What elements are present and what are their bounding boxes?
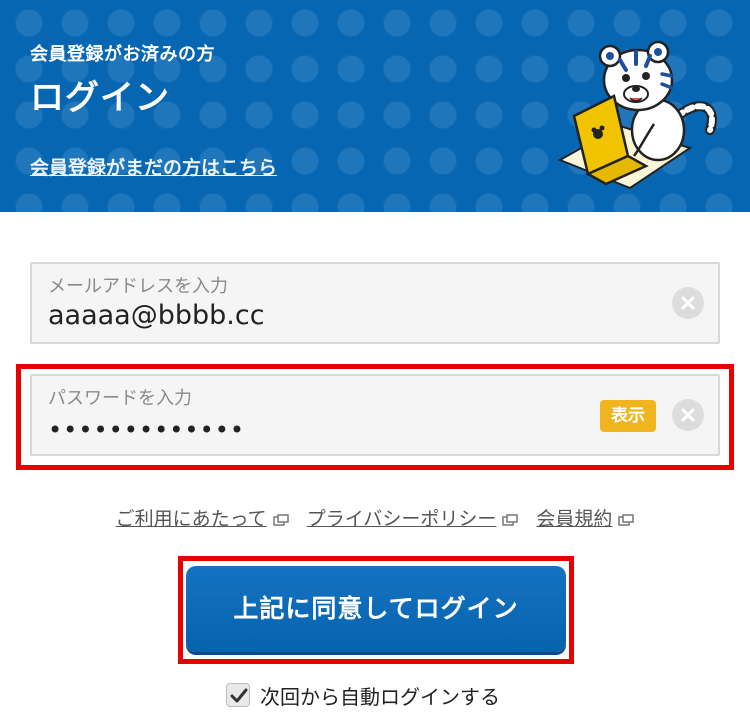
email-field[interactable]: メールアドレスを入力 aaaaa@bbbb.cc xyxy=(30,262,720,344)
member-terms-link-label: 会員規約 xyxy=(536,508,613,530)
tiger-mascot-icon xyxy=(557,40,717,190)
external-window-icon xyxy=(272,513,289,526)
terms-of-use-link[interactable]: ご利用にあたって xyxy=(116,504,289,531)
page-title: ログイン xyxy=(30,78,170,118)
external-window-icon xyxy=(502,513,519,526)
password-clear-button[interactable] xyxy=(672,399,704,431)
policy-links: ご利用にあたって プライバシーポリシー 会員規約 xyxy=(0,504,750,531)
email-input[interactable]: aaaaa@bbbb.cc xyxy=(48,300,265,331)
terms-of-use-link-label: ご利用にあたって xyxy=(115,508,267,530)
email-field-label: メールアドレスを入力 xyxy=(48,276,228,297)
login-header: 会員登録がお済みの方 ログイン 会員登録がまだの方はこちら xyxy=(0,0,750,212)
show-password-button[interactable]: 表示 xyxy=(600,400,656,432)
external-window-icon xyxy=(618,513,635,526)
checkmark-icon xyxy=(230,688,248,703)
register-link[interactable]: 会員登録がまだの方はこちら xyxy=(30,153,277,180)
auto-login-checkbox[interactable] xyxy=(226,683,250,707)
close-icon xyxy=(681,296,695,310)
password-input[interactable]: ••••••••••••• xyxy=(48,416,245,444)
privacy-policy-link[interactable]: プライバシーポリシー xyxy=(307,504,519,531)
close-icon xyxy=(681,408,695,422)
member-terms-link[interactable]: 会員規約 xyxy=(536,504,635,531)
header-subtitle: 会員登録がお済みの方 xyxy=(30,44,215,65)
auto-login-label: 次回から自動ログインする xyxy=(260,684,500,709)
login-button[interactable]: 上記に同意してログイン xyxy=(186,566,566,652)
password-field-label: パスワードを入力 xyxy=(48,388,192,409)
email-clear-button[interactable] xyxy=(672,287,704,319)
password-field[interactable]: パスワードを入力 ••••••••••••• 表示 xyxy=(30,374,720,456)
auto-login-option[interactable]: 次回から自動ログインする xyxy=(226,681,500,709)
privacy-policy-link-label: プライバシーポリシー xyxy=(306,508,497,530)
